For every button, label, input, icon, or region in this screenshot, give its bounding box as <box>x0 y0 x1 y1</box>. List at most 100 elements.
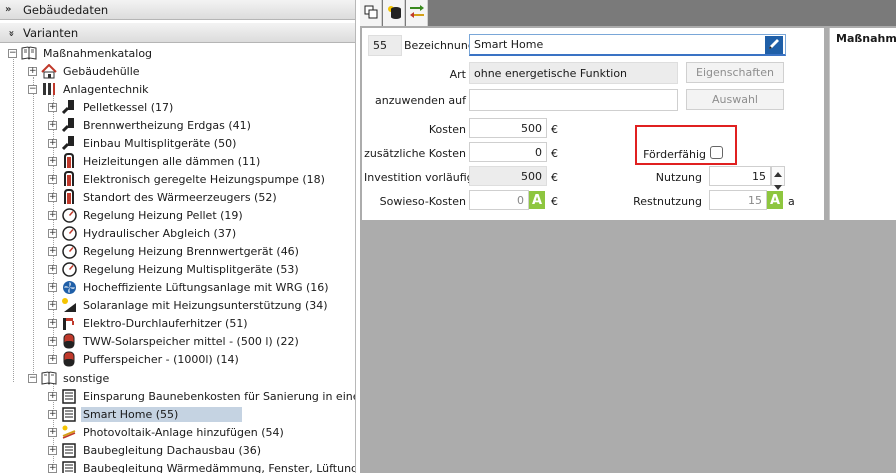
tree-item[interactable]: + Pelletkessel (17) <box>48 98 175 116</box>
tree-item[interactable]: + Elektronisch geregelte Heizungspumpe (1… <box>48 170 327 188</box>
expand-icon[interactable]: + <box>48 391 57 401</box>
tree-item[interactable]: + Regelung Heizung Multisplitgeräte (53) <box>48 260 301 278</box>
toolbar <box>360 0 896 26</box>
tree-item[interactable]: + Elektro-Durchlauferhitzer (51) <box>48 314 250 332</box>
tree-item[interactable]: + TWW-Solarspeicher mittel - (500 l) (22) <box>48 332 301 350</box>
expand-icon[interactable]: + <box>48 354 57 364</box>
tree-node-root[interactable]: − Maßnahmenkatalog <box>8 44 154 62</box>
sort-arrows-icon <box>409 4 425 22</box>
zusaetzliche-kosten-input[interactable]: 0 <box>469 142 547 162</box>
bezeichnung-input[interactable]: Smart Home <box>469 34 786 56</box>
expand-icon[interactable]: + <box>48 300 57 310</box>
spinner-up-icon[interactable] <box>774 167 782 180</box>
tree-item[interactable]: + Hydraulischer Abgleich (37) <box>48 224 238 242</box>
expand-icon[interactable]: + <box>48 228 57 238</box>
tree-item-label: Pufferspeicher - (1000l) (14) <box>83 352 239 366</box>
pencil-icon <box>767 37 781 54</box>
expand-icon[interactable]: + <box>28 66 37 76</box>
expand-icon[interactable]: + <box>48 409 57 419</box>
foerderfaehig-checkbox[interactable] <box>710 146 723 159</box>
collapse-icon[interactable]: − <box>8 48 17 58</box>
expand-icon[interactable]: + <box>48 318 57 328</box>
measure-form: 55 Bezeichnung Smart Home Art ohne energ… <box>362 28 824 220</box>
eigenschaften-button[interactable]: Eigenschaften <box>686 62 784 83</box>
tree-item-label: Smart Home (55) <box>81 406 243 422</box>
tree-item-label: Einbau Multisplitgeräte (50) <box>83 136 237 150</box>
boiler-icon <box>61 99 77 115</box>
tree-node-gebaeudehuelle[interactable]: + Gebäudehülle <box>28 62 142 80</box>
expand-icon[interactable]: + <box>48 264 57 274</box>
house-icon <box>41 63 57 79</box>
gauge-icon <box>61 261 77 277</box>
tree-item-label: Regelung Heizung Pellet (19) <box>83 208 243 222</box>
tree-item[interactable]: + Standort des Wärmeerzeugers (52) <box>48 188 279 206</box>
sowieso-kosten-input[interactable]: 0 <box>469 190 529 210</box>
expand-icon[interactable]: + <box>48 210 57 220</box>
expand-icon[interactable]: + <box>48 282 57 292</box>
expand-icon[interactable]: + <box>48 463 57 473</box>
copy-icon <box>364 5 378 22</box>
tree-item[interactable]: + Baubegleitung Wärmedämmung, Fenster, Lü… <box>48 459 355 473</box>
radiator-icon <box>41 81 57 97</box>
expand-icon[interactable]: + <box>48 192 57 202</box>
database-button[interactable] <box>383 0 405 26</box>
auto-calc-button[interactable]: A <box>529 191 545 209</box>
tree-item[interactable]: + Brennwertheizung Erdgas (41) <box>48 116 253 134</box>
tree-item[interactable]: + Photovoltaik-Anlage hinzufügen (54) <box>48 423 286 441</box>
expand-icon[interactable]: + <box>48 336 57 346</box>
edit-button[interactable] <box>765 36 783 54</box>
section-title: Varianten <box>23 25 79 40</box>
currency-unit: € <box>551 171 558 184</box>
tree-item[interactable]: + Regelung Heizung Pellet (19) <box>48 206 245 224</box>
anzuwenden-field[interactable] <box>469 89 678 111</box>
tree-item[interactable]: + Einbau Multisplitgeräte (50) <box>48 134 238 152</box>
auto-calc-button[interactable]: A <box>767 191 783 209</box>
section-header-varianten[interactable]: » Varianten <box>0 23 355 43</box>
expand-icon[interactable]: + <box>48 120 57 130</box>
tree-item[interactable]: + Regelung Heizung Brennwertgerät (46) <box>48 242 301 260</box>
tree-item[interactable]: + Einsparung Baunebenkosten für Sanierung… <box>48 387 355 405</box>
expand-icon[interactable]: + <box>48 138 57 148</box>
tree-item[interactable]: + Hocheffiziente Lüftungsanlage mit WRG (… <box>48 278 331 296</box>
tree-item-selected[interactable]: + Smart Home (55) <box>48 405 243 423</box>
tree-item-label: Einsparung Baunebenkosten für Sanierung … <box>83 389 355 403</box>
expand-icon[interactable]: + <box>48 445 57 455</box>
restnutzung-value: 15 <box>748 193 762 207</box>
tree-node-anlagentechnik[interactable]: − Anlagentechnik <box>28 80 151 98</box>
tree-item[interactable]: + Solaranlage mit Heizungsunterstützung (… <box>48 296 330 314</box>
expand-icon[interactable]: + <box>48 427 57 437</box>
tree-item[interactable]: + Pufferspeicher - (1000l) (14) <box>48 350 241 368</box>
collapse-icon[interactable]: − <box>28 84 37 94</box>
document-icon <box>61 388 77 404</box>
kosten-input[interactable]: 500 <box>469 118 547 138</box>
expand-icon[interactable]: + <box>48 174 57 184</box>
restnutzung-input[interactable]: 15 <box>709 190 767 210</box>
tree-guide-line <box>33 77 34 383</box>
years-unit: a <box>788 195 795 208</box>
tree-item[interactable]: + Baubegleitung Dachausbau (36) <box>48 441 263 459</box>
tree-item[interactable]: + Heizleitungen alle dämmen (11) <box>48 152 262 170</box>
zusaetzliche-kosten-label: zusätzliche Kosten <box>364 147 466 160</box>
auswahl-button[interactable]: Auswahl <box>686 89 784 110</box>
sort-button[interactable] <box>406 0 428 26</box>
nutzung-input[interactable]: 15 <box>709 166 771 186</box>
document-icon <box>61 460 77 473</box>
tree-item-label: Brennwertheizung Erdgas (41) <box>83 118 251 132</box>
nutzung-spinner[interactable] <box>771 166 785 190</box>
expand-icon[interactable]: + <box>48 102 57 112</box>
zusaetzliche-kosten-value: 0 <box>535 145 542 159</box>
copy-button[interactable] <box>360 0 382 26</box>
collapse-icon[interactable]: − <box>28 373 37 383</box>
tree-guide-line <box>13 57 14 382</box>
bezeichnung-value: Smart Home <box>474 38 544 51</box>
solar-icon <box>61 297 77 313</box>
section-header-gebaeudedaten[interactable]: » Gebäudedaten <box>0 0 355 20</box>
expand-icon[interactable]: + <box>48 246 57 256</box>
tree-item-label: Regelung Heizung Multisplitgeräte (53) <box>83 262 299 276</box>
tree-item-label: Hocheffiziente Lüftungsanlage mit WRG (1… <box>83 280 329 294</box>
foerderfaehig-label: Förderfähig <box>643 148 706 161</box>
nutzung-label: Nutzung <box>655 171 702 184</box>
tree-item-label: Regelung Heizung Brennwertgerät (46) <box>83 244 299 258</box>
tree-node-sonstige[interactable]: − sonstige <box>28 369 111 387</box>
expand-icon[interactable]: + <box>48 156 57 166</box>
